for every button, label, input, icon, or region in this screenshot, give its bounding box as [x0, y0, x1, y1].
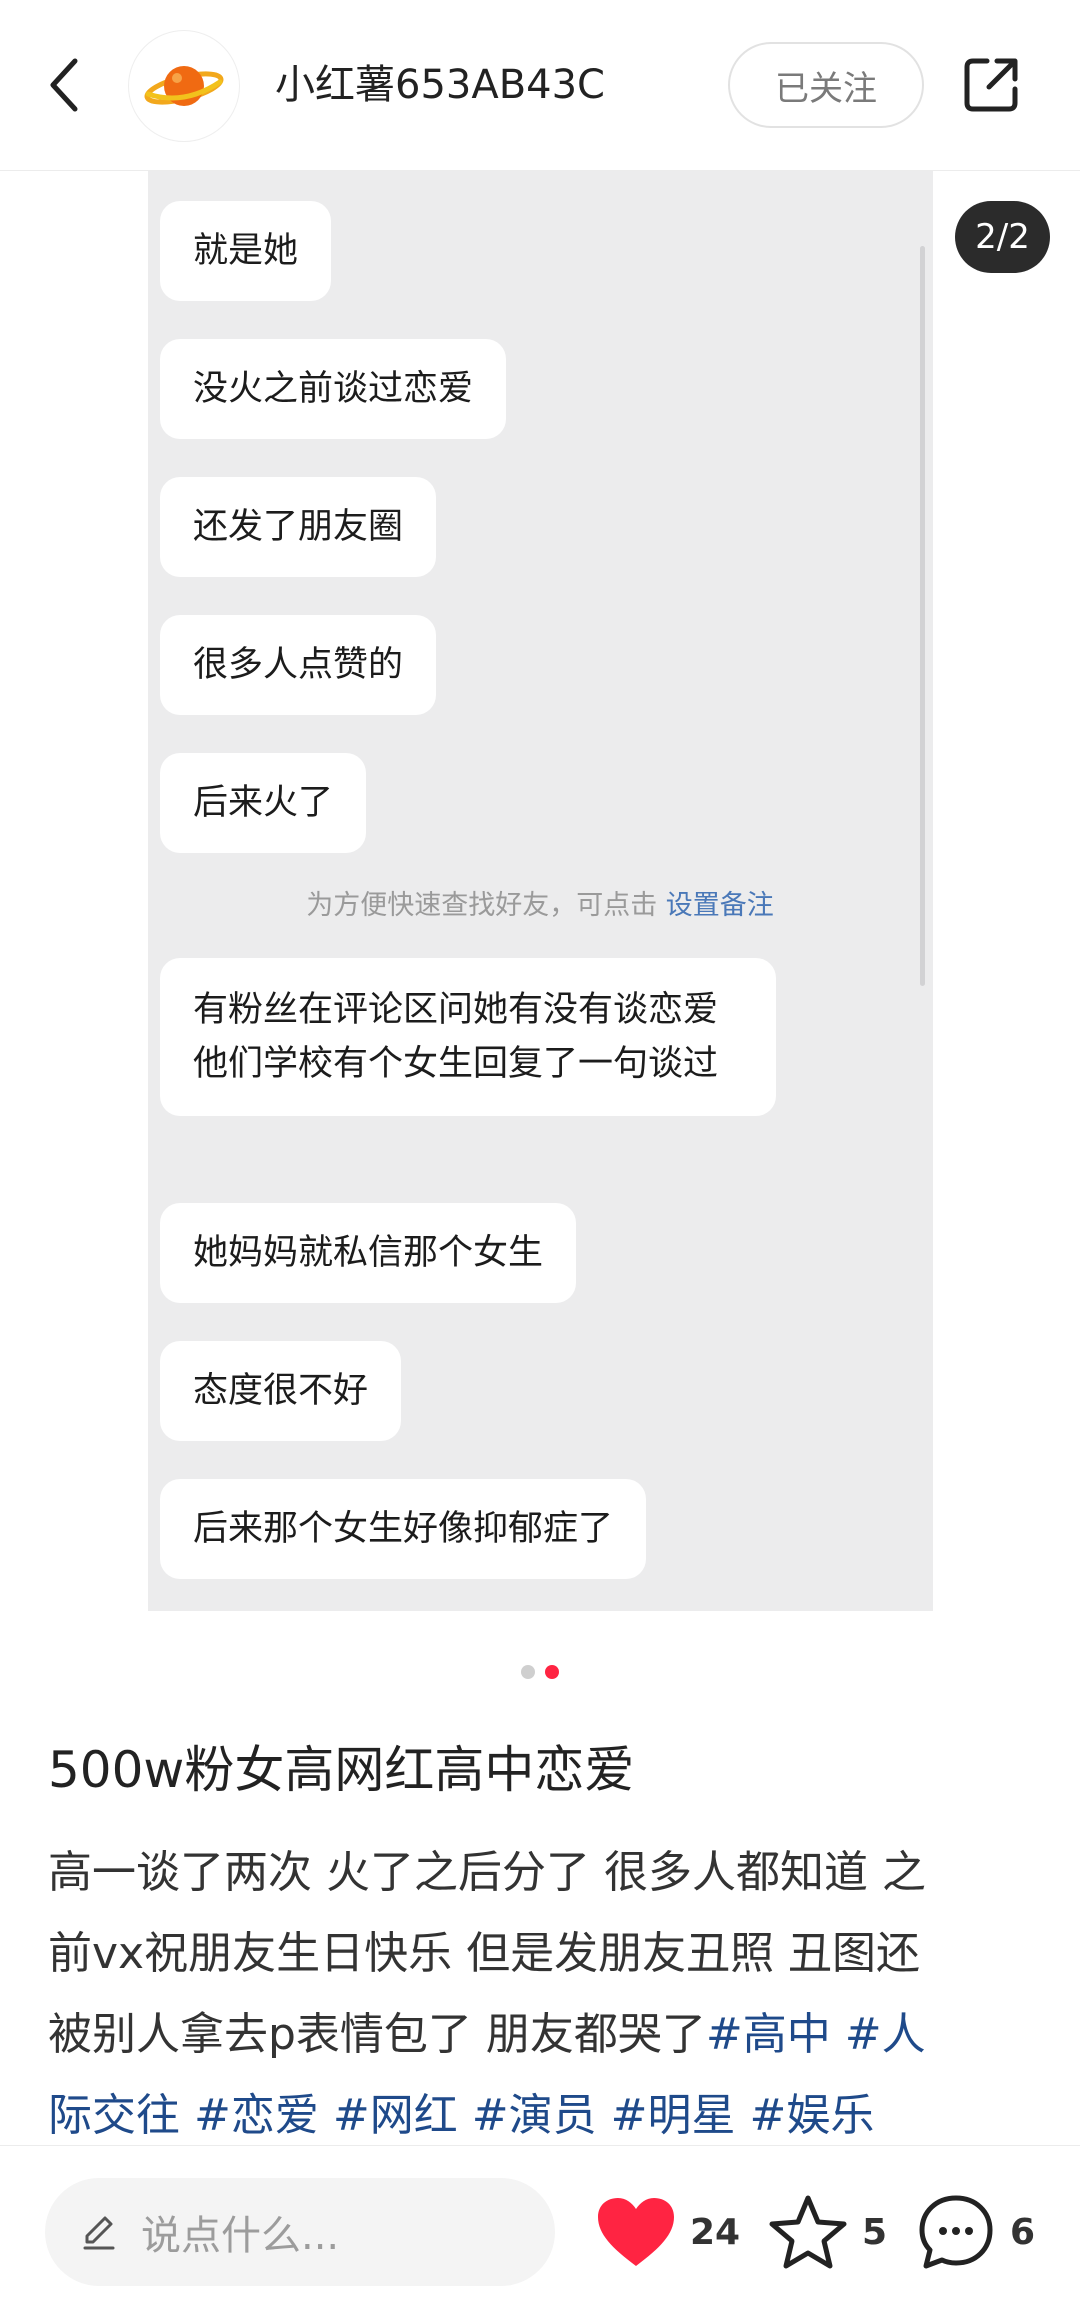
share-button[interactable]: [958, 52, 1024, 118]
post-tags-line: 际交往 #恋爱 #网红 #演员 #明星 #娱乐: [48, 2075, 1038, 2156]
top-nav-bar: 小红薯653AB43C 已关注: [0, 0, 1080, 171]
share-icon: [964, 58, 1018, 112]
bottom-action-bar: 说点什么... 24 5 6: [0, 2145, 1080, 2318]
image-page-indicator: 2/2: [955, 201, 1050, 273]
planet-avatar-icon: [144, 66, 224, 106]
favorite-button[interactable]: 5: [768, 2186, 887, 2278]
author-name[interactable]: 小红薯653AB43C: [275, 55, 605, 115]
chat-bubble: 很多人点赞的: [160, 615, 437, 715]
post-body-line: 前vx祝朋友生日快乐 但是发朋友丑照 丑图还: [48, 1928, 921, 1979]
carousel-dots: [0, 1665, 1080, 1679]
comment-bubble-icon: [919, 2195, 993, 2269]
hashtag-link[interactable]: #明星: [611, 2090, 736, 2141]
chat-bubble: 有粉丝在评论区问她有没有谈恋爱 他们学校有个女生回复了一句谈过: [160, 958, 776, 1116]
chat-scrollbar: [920, 246, 925, 986]
heart-icon: [598, 2198, 674, 2266]
hashtag-link[interactable]: #网红: [333, 2090, 458, 2141]
comment-input[interactable]: 说点什么...: [45, 2178, 555, 2286]
author-avatar[interactable]: [128, 30, 240, 142]
chat-bubble: 后来那个女生好像抑郁症了: [160, 1479, 647, 1579]
pen-icon: [77, 2210, 121, 2254]
carousel-dot-active[interactable]: [545, 1665, 559, 1679]
post-body-text: 被别人拿去p表情包了 朋友都哭了: [48, 2009, 706, 2060]
post-body-line: 高一谈了两次 火了之后分了 很多人都知道 之: [48, 1847, 926, 1898]
follow-button[interactable]: 已关注: [728, 42, 924, 128]
favorite-count: 5: [862, 2211, 888, 2253]
chevron-left-icon: [50, 58, 78, 112]
hashtag-link[interactable]: #演员: [472, 2090, 597, 2141]
chat-system-note: 为方便快速查找好友，可点击 设置备注: [0, 883, 1080, 922]
back-button[interactable]: [35, 45, 95, 125]
hashtag-link-cont[interactable]: 际交往: [48, 2090, 180, 2141]
chat-bubble: 没火之前谈过恋爱: [160, 339, 507, 439]
set-remark-link: 设置备注: [665, 890, 774, 921]
comment-button[interactable]: 6: [916, 2186, 1035, 2278]
comment-placeholder: 说点什么...: [141, 2213, 340, 2259]
post-body-line-with-tag: 被别人拿去p表情包了 朋友都哭了#高中 #人: [48, 1994, 1038, 2075]
carousel-dot[interactable]: [521, 1665, 535, 1679]
chat-bubble: 就是她: [160, 201, 332, 301]
hashtag-link[interactable]: #恋爱: [194, 2090, 319, 2141]
post-image-carousel[interactable]: 就是她 没火之前谈过恋爱 还发了朋友圈 很多人点赞的 后来火了 为方便快速查找好…: [0, 171, 1080, 1611]
chat-bubble: 后来火了: [160, 753, 367, 853]
chat-bubble: 她妈妈就私信那个女生: [160, 1203, 577, 1303]
post-body: 高一谈了两次 火了之后分了 很多人都知道 之 前vx祝朋友生日快乐 但是发朋友丑…: [48, 1832, 1038, 2156]
like-count: 24: [690, 2211, 741, 2253]
chat-bubble: 还发了朋友圈: [160, 477, 437, 577]
like-button[interactable]: 24: [596, 2186, 740, 2278]
hashtag-link[interactable]: #娱乐: [750, 2090, 875, 2141]
chat-bubble: 态度很不好: [160, 1341, 402, 1441]
system-note-text: 为方便快速查找好友，可点击: [306, 890, 658, 921]
hashtag-link[interactable]: #人: [845, 2009, 926, 2060]
comment-count: 6: [1010, 2211, 1036, 2253]
hashtag-link[interactable]: #高中: [706, 2009, 831, 2060]
post-title: 500w粉女高网红高中恋爱: [48, 1741, 635, 1799]
star-icon: [769, 2195, 847, 2269]
